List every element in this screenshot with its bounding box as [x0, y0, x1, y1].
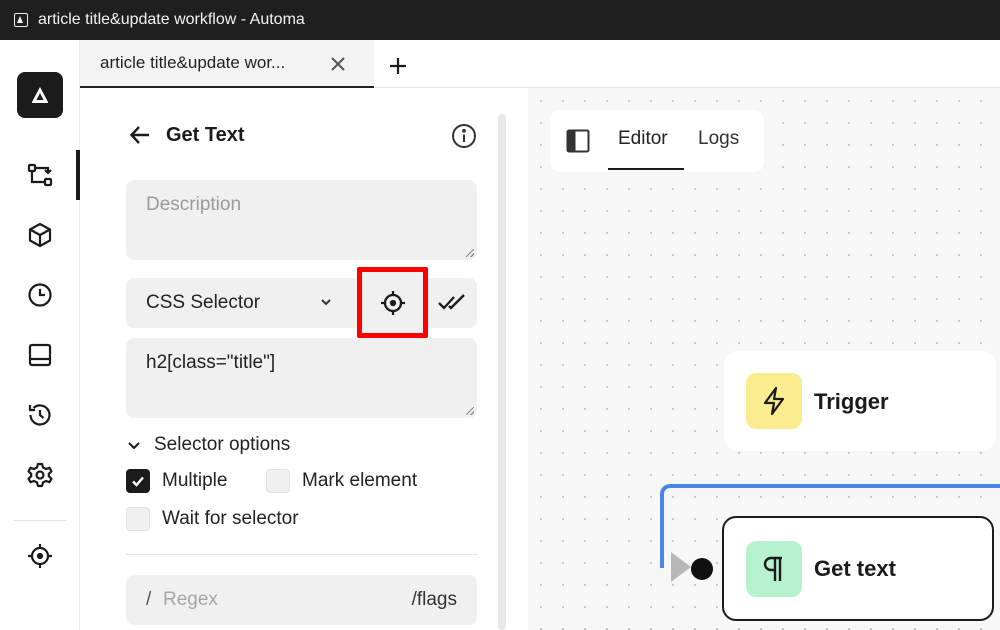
regex-input[interactable]: / Regex /flags: [126, 575, 477, 625]
window-title: article title&update workflow - Automa: [38, 11, 305, 28]
workflow-tab-bar: article title&update wor...: [80, 40, 1000, 88]
resize-grip-icon[interactable]: [466, 407, 474, 415]
close-icon[interactable]: [326, 52, 350, 76]
tab-logs[interactable]: Logs: [698, 128, 739, 150]
input-port-handle[interactable]: [691, 558, 713, 580]
description-textarea[interactable]: Description: [126, 180, 477, 260]
panel-header: Get Text: [126, 120, 476, 150]
block-edit-panel: Get Text Description CSS Selector h2[cla…: [80, 88, 528, 630]
get-text-node-title: Get text: [814, 556, 896, 581]
panel-title: Get Text: [166, 123, 245, 146]
crosshair-icon: [380, 290, 405, 315]
element-selector-button[interactable]: [357, 267, 428, 338]
get-text-node[interactable]: Get text: [722, 516, 994, 621]
paragraph-icon: [746, 541, 802, 597]
storage-icon[interactable]: [20, 335, 60, 375]
add-tab-button[interactable]: [384, 52, 412, 80]
selector-textarea[interactable]: h2[class="title"]: [126, 338, 477, 418]
mark-element-label: Mark element: [302, 470, 418, 491]
tab-editor[interactable]: Editor: [618, 128, 668, 150]
chevron-down-icon: [128, 442, 140, 450]
settings-icon[interactable]: [20, 455, 60, 495]
chevron-down-icon: [319, 295, 333, 314]
rail-separator: [14, 520, 66, 521]
automa-app-icon: [14, 13, 28, 27]
regex-slash: /: [146, 589, 152, 610]
checkmark-icon: [132, 476, 144, 487]
info-icon[interactable]: [450, 122, 478, 150]
section-divider: [126, 554, 478, 555]
mark-element-checkbox-row[interactable]: Mark element: [266, 469, 417, 493]
selector-options-label: Selector options: [154, 434, 291, 455]
back-arrow-icon[interactable]: [126, 121, 154, 149]
mark-element-checkbox[interactable]: [266, 469, 290, 493]
sidebar-toggle-icon[interactable]: [564, 127, 592, 155]
wait-for-selector-label: Wait for selector: [162, 508, 299, 529]
window-titlebar: article title&update workflow - Automa: [0, 0, 1000, 40]
workflow-canvas[interactable]: Editor Logs Trigger Get text: [528, 88, 1000, 630]
workflow-icon[interactable]: [20, 155, 60, 195]
description-placeholder: Description: [146, 194, 242, 215]
wait-for-selector-checkbox[interactable]: [126, 507, 150, 531]
trigger-node[interactable]: Trigger: [724, 351, 996, 451]
selector-type-value: CSS Selector: [146, 292, 261, 313]
multiple-label: Multiple: [162, 470, 228, 491]
workflow-tab-label: article title&update wor...: [100, 53, 286, 72]
automa-logo[interactable]: [17, 72, 63, 118]
history-icon[interactable]: [20, 395, 60, 435]
multiple-checkbox[interactable]: [126, 469, 150, 493]
element-picker-icon[interactable]: [20, 536, 60, 576]
regex-flags[interactable]: /flags: [412, 589, 457, 611]
wait-for-selector-checkbox-row[interactable]: Wait for selector: [126, 507, 299, 531]
lightning-icon: [746, 373, 802, 429]
trigger-node-title: Trigger: [814, 389, 889, 414]
multiple-checkbox-row[interactable]: Multiple: [126, 469, 227, 493]
panel-scrollbar[interactable]: [498, 114, 506, 630]
regex-placeholder: Regex: [163, 589, 218, 610]
clock-icon[interactable]: [20, 275, 60, 315]
left-navigation-rail: [0, 40, 80, 630]
editor-tabs-bar: Editor Logs: [550, 110, 764, 172]
resize-grip-icon[interactable]: [466, 249, 474, 257]
package-icon[interactable]: [20, 215, 60, 255]
verify-selector-button[interactable]: [434, 288, 470, 318]
workflow-tab[interactable]: article title&update wor...: [80, 40, 374, 88]
active-tab-underline: [608, 168, 684, 170]
selector-options-toggle[interactable]: Selector options: [126, 434, 290, 456]
selector-value: h2[class="title"]: [146, 352, 276, 373]
input-port-arrow: [671, 552, 691, 582]
double-check-icon: [438, 294, 465, 310]
